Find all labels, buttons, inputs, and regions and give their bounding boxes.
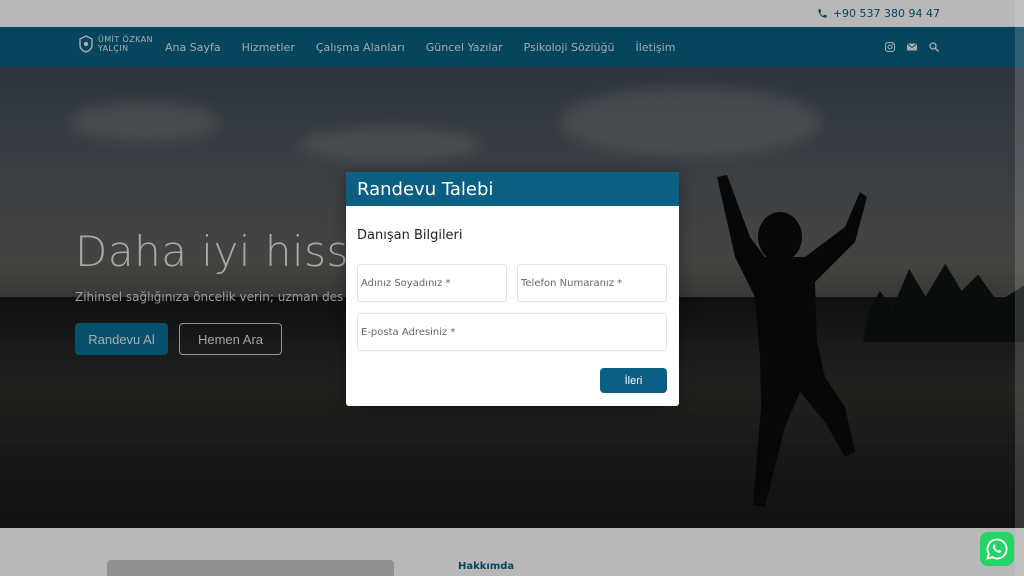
phone-number-input[interactable] [517, 264, 667, 302]
client-info-heading: Danışan Bilgileri [357, 228, 463, 243]
appointment-request-modal: Randevu Talebi Danışan Bilgileri İleri [346, 172, 679, 406]
next-button[interactable]: İleri [600, 368, 667, 393]
whatsapp-icon [986, 538, 1008, 560]
page-scrollbar[interactable] [1015, 0, 1024, 576]
email-input[interactable] [357, 313, 667, 351]
whatsapp-chat-button[interactable] [980, 532, 1014, 566]
full-name-input[interactable] [357, 264, 507, 302]
modal-title: Randevu Talebi [346, 172, 679, 206]
